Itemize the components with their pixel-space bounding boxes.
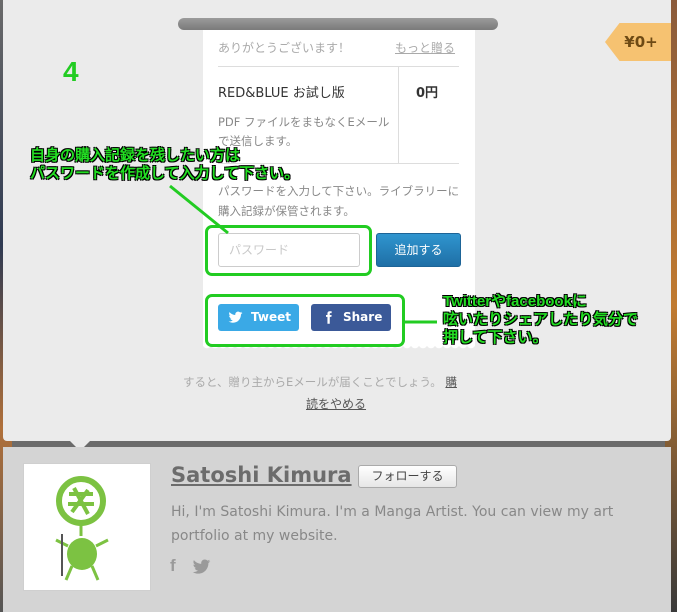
footer-note-text: すると、贈り主からEメールが届くことでしょう。 — [183, 375, 442, 389]
share-annotation-line3: 押して下さい。 — [443, 329, 548, 346]
product-description: PDF ファイルをまもなくEメールで送信します。 — [218, 115, 390, 148]
profile-name-link[interactable]: Satoshi Kimura — [171, 463, 352, 487]
password-annotation-line1: 自身の購入記録を残したい方は — [30, 147, 241, 164]
share-annotation-line1: Twitterやfacebookに — [443, 293, 587, 310]
gift-more-link[interactable]: もっと贈る — [395, 39, 455, 56]
product-name: RED&BLUE お試し版 — [218, 86, 345, 101]
avatar[interactable] — [23, 463, 151, 591]
twitter-icon[interactable] — [192, 559, 211, 575]
facebook-icon[interactable]: f — [170, 556, 176, 576]
receipt-divider — [218, 66, 459, 67]
buy-link[interactable]: 購 — [445, 375, 457, 389]
password-description: パスワードを入力して下さい。ライブラリーに購入記録が保管されます。 — [218, 184, 460, 218]
receipt-divider — [218, 163, 459, 164]
receipt-roller — [178, 18, 498, 30]
step-number-annotation: 4 — [63, 56, 79, 87]
footer-note: すると、贈り主からEメールが届くことでしょう。 購 — [183, 374, 457, 390]
password-annotation-line2: パスワードを作成して入力して下さい。 — [30, 165, 300, 182]
manga-logo-icon — [55, 476, 109, 581]
share-annotation-line2: 呟いたりシェアしたり気分で — [443, 311, 639, 328]
product-price: 0円 — [416, 86, 439, 101]
add-password-button[interactable]: 追加する — [376, 233, 461, 267]
thanks-message: ありがとうございます！ — [218, 41, 351, 55]
password-highlight-box — [205, 225, 372, 276]
follow-button[interactable]: フォローする — [358, 465, 457, 488]
receipt-divider — [398, 67, 399, 163]
stop-reading-link[interactable]: 読をやめる — [306, 395, 366, 412]
profile-bio: Hi, I'm Satoshi Kimura. I'm a Manga Arti… — [171, 504, 614, 544]
share-highlight-box — [205, 294, 405, 347]
